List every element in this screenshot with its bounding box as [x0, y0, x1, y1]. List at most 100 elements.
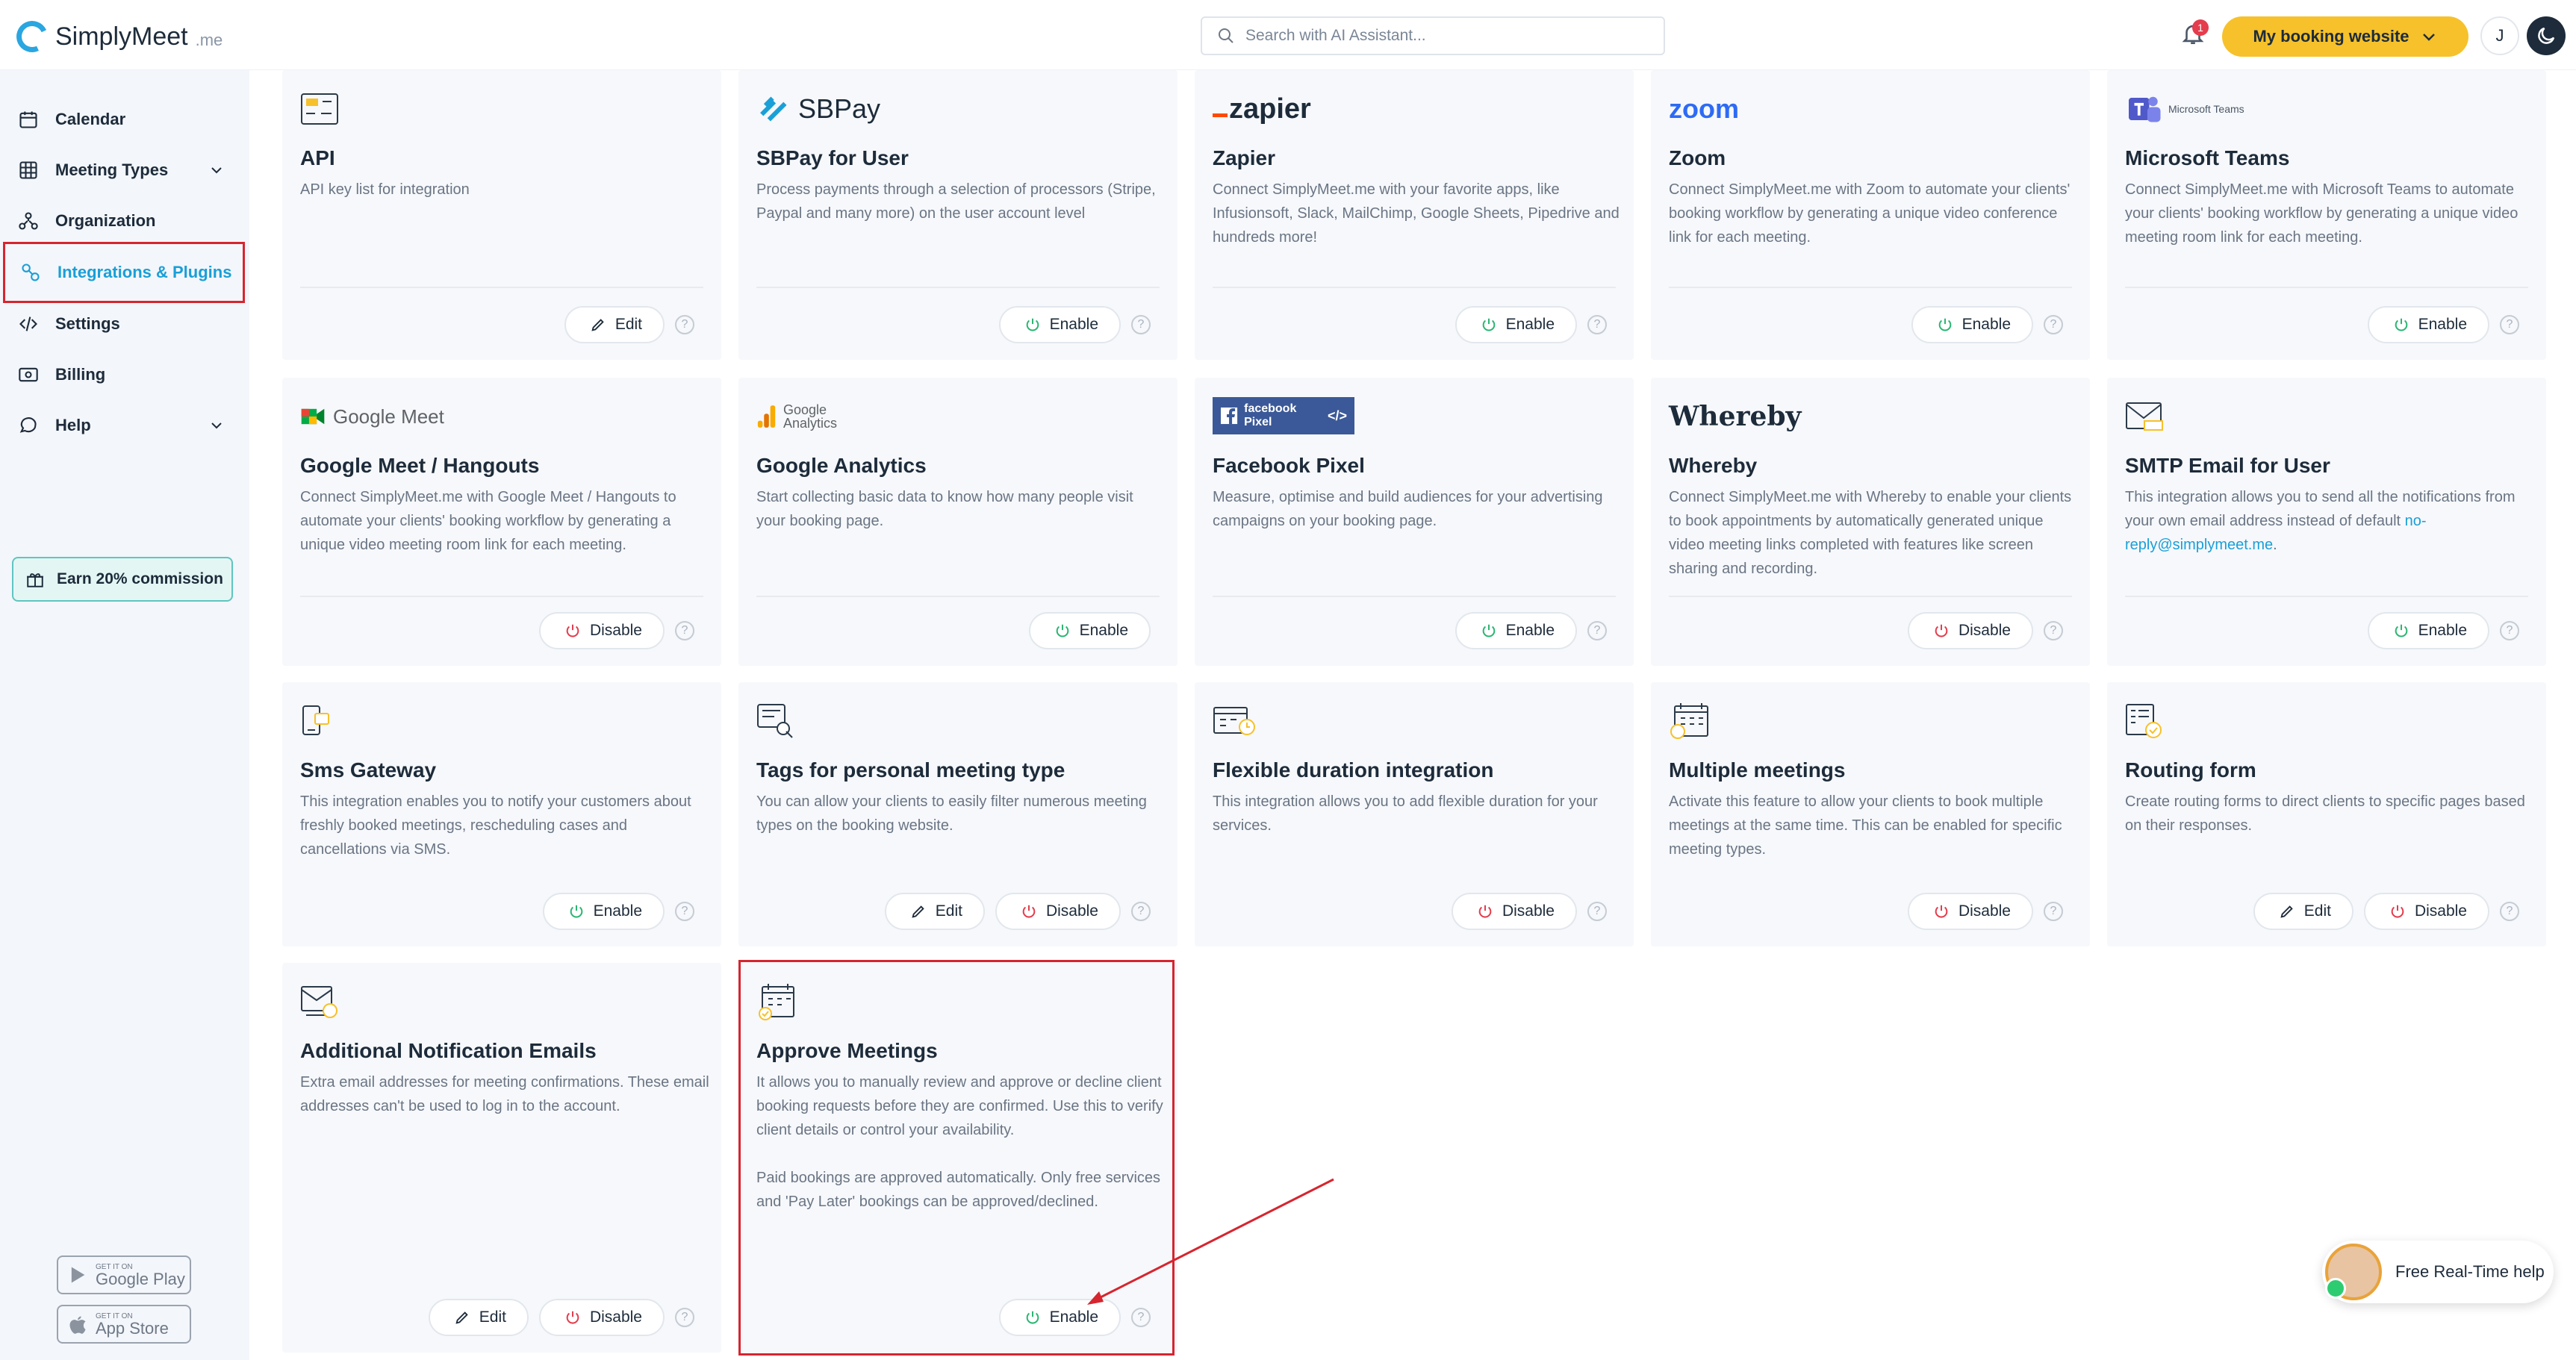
- disable-button[interactable]: Disable: [1907, 612, 2033, 649]
- help-question-icon[interactable]: ?: [1587, 902, 1607, 921]
- earn-label: Earn 20% commission: [57, 570, 223, 587]
- power-icon: [1022, 905, 1036, 918]
- help-question-icon[interactable]: ?: [675, 902, 694, 921]
- disable-button[interactable]: Disable: [1451, 893, 1577, 930]
- integration-card-google-meet: Google Meet Google Meet / Hangouts Conne…: [282, 378, 721, 666]
- card-title: SBPay for User: [756, 146, 909, 169]
- enable-button[interactable]: Enable: [2367, 306, 2489, 343]
- sidebar-item-organization[interactable]: Organization: [10, 199, 242, 243]
- card-description: Connect SimplyMeet.me with Google Meet /…: [300, 489, 676, 553]
- integration-card-flexible-duration: Flexible duration integration This integ…: [1195, 682, 1634, 946]
- notifications-button[interactable]: 1: [2180, 19, 2209, 49]
- card-title: Zapier: [1213, 146, 1276, 169]
- moon-icon: [2538, 27, 2555, 44]
- integration-card-sms-gateway: Sms Gateway This integration enables you…: [282, 682, 721, 946]
- card-icon: [19, 367, 38, 382]
- sidebar-item-integrations[interactable]: Integrations & Plugins: [3, 242, 245, 303]
- button-label: Edit: [2303, 902, 2331, 920]
- app-logo[interactable]: SimplyMeet .me: [12, 16, 223, 57]
- card-description: Activate this feature to allow your clie…: [1669, 793, 2062, 858]
- card-actions: Enable ?: [998, 306, 1151, 343]
- search-input[interactable]: Search with AI Assistant...: [1201, 16, 1665, 55]
- google-analytics-logo-line1: Google: [783, 402, 827, 417]
- help-question-icon[interactable]: ?: [675, 315, 694, 334]
- code-icon: [19, 316, 37, 331]
- sidebar-item-billing[interactable]: Billing: [10, 352, 242, 397]
- edit-button[interactable]: Edit: [884, 893, 985, 930]
- google-play-badge[interactable]: GET IT ON Google Play: [57, 1255, 191, 1294]
- card-description: Measure, optimise and build audiences fo…: [1213, 489, 1603, 529]
- help-question-icon[interactable]: ?: [2500, 621, 2519, 640]
- sidebar-item-settings[interactable]: Settings: [10, 302, 242, 346]
- enable-button[interactable]: Enable: [2367, 612, 2489, 649]
- disable-button[interactable]: Disable: [995, 893, 1121, 930]
- real-time-help-widget[interactable]: Free Real-Time help: [2322, 1241, 2554, 1303]
- earn-commission-button[interactable]: Earn 20% commission: [12, 557, 233, 602]
- help-question-icon[interactable]: ?: [2044, 902, 2063, 921]
- card-title: Multiple meetings: [1669, 758, 1846, 782]
- enable-button[interactable]: Enable: [1455, 612, 1577, 649]
- help-question-icon[interactable]: ?: [1587, 621, 1607, 640]
- analytics-icon: [757, 405, 776, 428]
- grid-icon: [19, 161, 37, 179]
- code-icon: </>: [1327, 408, 1347, 423]
- help-question-icon[interactable]: ?: [2500, 315, 2519, 334]
- disable-button[interactable]: Disable: [538, 1299, 665, 1336]
- power-icon: [1056, 624, 1068, 637]
- card-actions: Edit ?: [564, 306, 694, 343]
- edit-button[interactable]: Edit: [564, 306, 665, 343]
- card-divider: [1213, 287, 1616, 288]
- help-question-icon[interactable]: ?: [1131, 902, 1151, 921]
- enable-button[interactable]: Enable: [1455, 306, 1577, 343]
- my-booking-website-button[interactable]: My booking website: [2222, 16, 2468, 57]
- power-icon: [1938, 318, 1951, 331]
- help-question-icon[interactable]: ?: [675, 621, 694, 640]
- card-divider: [300, 287, 703, 288]
- booking-button-label: My booking website: [2253, 27, 2409, 46]
- edit-button[interactable]: Edit: [428, 1299, 529, 1336]
- play-icon: [71, 1267, 85, 1283]
- sbpay-logo-icon: [760, 96, 787, 122]
- card-title: Flexible duration integration: [1213, 758, 1494, 782]
- theme-toggle-button[interactable]: [2527, 16, 2566, 55]
- button-label: Enable: [1505, 316, 1555, 333]
- card-description: This integration allows you to send all …: [2125, 485, 2534, 557]
- edit-button[interactable]: Edit: [2253, 893, 2353, 930]
- disable-button[interactable]: Disable: [1907, 893, 2033, 930]
- card-divider: [756, 287, 1160, 288]
- org-icon: [19, 212, 38, 230]
- card-title: Sms Gateway: [300, 758, 437, 782]
- card-title: Routing form: [2125, 758, 2256, 782]
- enable-button[interactable]: Enable: [1028, 612, 1151, 649]
- card-description: Extra email addresses for meeting confir…: [300, 1074, 709, 1114]
- button-label: Disable: [1958, 902, 2011, 920]
- sidebar: Calendar Meeting Types Organization Inte…: [0, 70, 249, 1360]
- button-label: Enable: [1505, 622, 1555, 639]
- help-question-icon[interactable]: ?: [675, 1308, 694, 1327]
- help-question-icon[interactable]: ?: [1131, 315, 1151, 334]
- help-question-icon[interactable]: ?: [2500, 902, 2519, 921]
- help-question-icon[interactable]: ?: [2044, 621, 2063, 640]
- enable-button[interactable]: Enable: [1911, 306, 2033, 343]
- help-question-icon[interactable]: ?: [2044, 315, 2063, 334]
- disable-button[interactable]: Disable: [538, 612, 665, 649]
- user-avatar[interactable]: J: [2480, 16, 2519, 55]
- sidebar-item-label: Settings: [55, 314, 120, 333]
- sidebar-item-label: Integrations & Plugins: [57, 263, 232, 281]
- help-question-icon[interactable]: ?: [1587, 315, 1607, 334]
- enable-button[interactable]: Enable: [542, 893, 665, 930]
- enable-button[interactable]: Enable: [998, 306, 1121, 343]
- card-actions: Disable ?: [1907, 893, 2063, 930]
- routing-form-icon: [2125, 702, 2164, 740]
- google-analytics-logo: Google Analytics: [756, 397, 837, 436]
- app-store-badge[interactable]: GET IT ON App Store: [57, 1305, 191, 1344]
- integration-card-routing-form: Routing form Create routing forms to dir…: [2107, 682, 2546, 946]
- disable-button[interactable]: Disable: [2363, 893, 2489, 930]
- button-label: Edit: [935, 902, 962, 920]
- power-icon: [1482, 318, 1495, 331]
- zapier-logo-text: zapier: [1229, 93, 1311, 125]
- sidebar-item-help[interactable]: Help: [10, 403, 242, 448]
- calendar-icon: [19, 111, 37, 128]
- sidebar-item-calendar[interactable]: Calendar: [10, 97, 242, 142]
- sidebar-item-meeting-types[interactable]: Meeting Types: [10, 148, 242, 193]
